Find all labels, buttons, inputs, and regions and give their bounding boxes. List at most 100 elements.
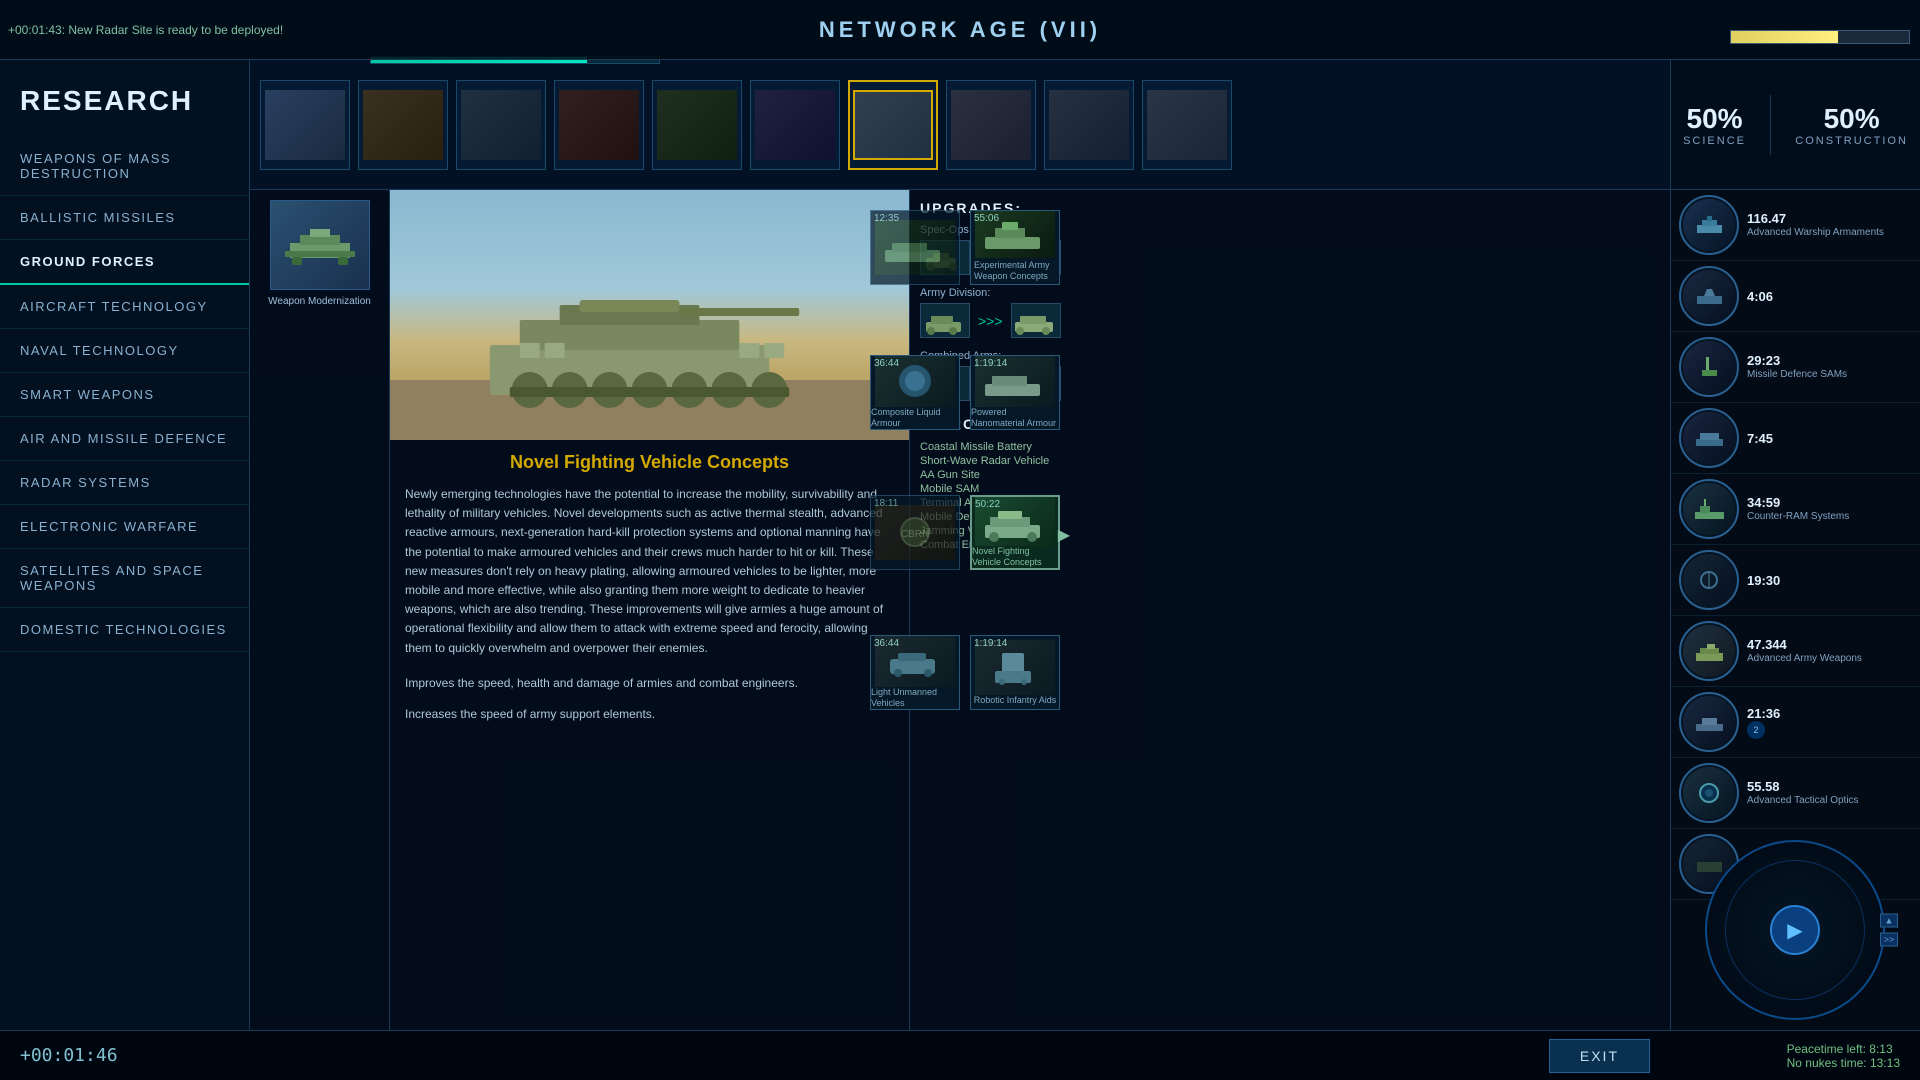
- composite-label: Composite Liquid Armour: [871, 407, 959, 429]
- improves-text-2: Increases the speed of army support elem…: [390, 699, 909, 731]
- node-time-unmanned: 36:44: [874, 638, 899, 649]
- tech-tab-7[interactable]: [848, 80, 938, 170]
- compass-inner: ▶: [1725, 860, 1865, 1000]
- node-info-6: 19:30: [1747, 573, 1912, 588]
- weapon-mod-icon: [270, 200, 370, 290]
- tech-node-2[interactable]: 4:06: [1671, 261, 1920, 332]
- tech-node-7[interactable]: 47.344 Advanced Army Weapons: [1671, 616, 1920, 687]
- tech-tab-1[interactable]: [260, 80, 350, 170]
- tech-tab-icon-5: [657, 90, 737, 160]
- tech-node-5[interactable]: 34:59 Counter-RAM Systems: [1671, 474, 1920, 545]
- right-header: 50% SCIENCE 50% CONSTRUCTION: [1670, 60, 1920, 190]
- status-info-block: Peacetime left: 8:13 No nukes time: 13:1…: [1787, 1042, 1900, 1070]
- tech-tab-8[interactable]: [946, 80, 1036, 170]
- tech-node-3[interactable]: 29:23 Missile Defence SAMs: [1671, 332, 1920, 403]
- tech-node-6[interactable]: 19:30: [1671, 545, 1920, 616]
- construction-percent: 50%: [1795, 103, 1908, 135]
- stat-divider: [1770, 95, 1771, 155]
- tech-node-8[interactable]: 21:36 2: [1671, 687, 1920, 758]
- center-node-experimental[interactable]: 55:06 Experimental Army Weapon Concepts: [970, 210, 1060, 285]
- science-label: SCIENCE: [1683, 135, 1746, 147]
- node-time-nano: 1:19:14: [974, 358, 1007, 369]
- compass-arrow-right[interactable]: >>: [1880, 933, 1898, 947]
- tech-tab-icon-10: [1147, 90, 1227, 160]
- node-time-cbrn: 18:11: [874, 498, 898, 509]
- construction-label: CONSTRUCTION: [1795, 135, 1908, 147]
- sidebar-item-radar[interactable]: RADAR SYSTEMS: [0, 461, 249, 505]
- center-node-cbrn[interactable]: 18:11 CBRN: [870, 495, 960, 570]
- sidebar-item-ground[interactable]: GROUND FORCES: [0, 240, 249, 285]
- tech-tab-icon-8: [951, 90, 1031, 160]
- sidebar-item-domestic[interactable]: DOMESTIC TECHNOLOGIES: [0, 608, 249, 652]
- svg-text:CBRN: CBRN: [901, 529, 929, 540]
- experimental-label: Experimental Army Weapon Concepts: [971, 258, 1059, 284]
- research-title: RESEARCH: [0, 70, 249, 137]
- sidebar-item-wmd[interactable]: WEAPONS OF MASS DESTRUCTION: [0, 137, 249, 196]
- center-node-advanced-army[interactable]: 12:35: [870, 210, 960, 285]
- sidebar-item-electronic[interactable]: ELECTRONIC WARFARE: [0, 505, 249, 549]
- sidebar-item-air-missile[interactable]: AIR AND MISSILE DEFENCE: [0, 417, 249, 461]
- node-time-5: 34:59: [1747, 495, 1912, 510]
- tech-tab-icon-9: [1049, 90, 1129, 160]
- node-time-6: 19:30: [1747, 573, 1912, 588]
- node-info-1: 116.47 Advanced Warship Armaments: [1747, 211, 1912, 239]
- node-icon-8: [1679, 692, 1739, 752]
- sidebar-item-ballistic[interactable]: BALLISTIC MISSILES: [0, 196, 249, 240]
- exit-button[interactable]: EXIT: [1549, 1039, 1650, 1073]
- tech-tab-9[interactable]: [1044, 80, 1134, 170]
- nodes-row-3: 18:11 CBRN 50:22 Novel Fighting Vehicle …: [870, 495, 1060, 573]
- tech-tab-10[interactable]: [1142, 80, 1232, 170]
- tech-description: Newly emerging technologies have the pot…: [390, 485, 909, 668]
- node-time-7: 47.344: [1747, 637, 1912, 652]
- compass-arrow-up[interactable]: ▲: [1880, 914, 1898, 928]
- tech-tabs: [250, 60, 1670, 190]
- sidebar-item-satellites[interactable]: SATELLITES AND SPACE WEAPONS: [0, 549, 249, 608]
- tech-tab-icon-4: [559, 90, 639, 160]
- compass: ▶ ▲ >>: [1670, 830, 1920, 1030]
- node-info-3: 29:23 Missile Defence SAMs: [1747, 353, 1912, 381]
- novel-label: Novel Fighting Vehicle Concepts: [972, 546, 1058, 568]
- center-node-novel[interactable]: 50:22 Novel Fighting Vehicle Concepts: [970, 495, 1060, 570]
- sidebar-item-smart[interactable]: SMART WEAPONS: [0, 373, 249, 417]
- robotic-label: Robotic Infantry Aids: [974, 695, 1057, 706]
- center-node-composite[interactable]: 36:44 Composite Liquid Armour: [870, 355, 960, 430]
- compass-ring: ▶ ▲ >>: [1705, 840, 1885, 1020]
- node-arrow: ▶: [1058, 525, 1070, 545]
- tech-tab-6[interactable]: [750, 80, 840, 170]
- play-button[interactable]: ▶: [1770, 905, 1820, 955]
- tech-tab-2[interactable]: [358, 80, 448, 170]
- age-title: NETWORK AGE (VII): [819, 17, 1101, 43]
- sidebar-item-naval[interactable]: NAVAL TECHNOLOGY: [0, 329, 249, 373]
- tech-node-1[interactable]: 116.47 Advanced Warship Armaments: [1671, 190, 1920, 261]
- nano-label: Powered Nanomaterial Armour: [971, 407, 1059, 429]
- improves-text-1: Improves the speed, health and damage of…: [390, 668, 909, 700]
- node-info-8: 21:36 2: [1747, 706, 1912, 739]
- tech-tab-icon-2: [363, 90, 443, 160]
- node-icon-7: [1679, 621, 1739, 681]
- node-icon-5: [1679, 479, 1739, 539]
- node-time-robotic: 1:19:14: [974, 638, 1007, 649]
- construction-stat: 50% CONSTRUCTION: [1795, 103, 1908, 147]
- node-info-7: 47.344 Advanced Army Weapons: [1747, 637, 1912, 665]
- tech-tab-5[interactable]: [652, 80, 742, 170]
- center-node-nano[interactable]: 1:19:14 Powered Nanomaterial Armour: [970, 355, 1060, 430]
- status-time: +00:01:46: [20, 1045, 118, 1066]
- node-name-5: Counter-RAM Systems: [1747, 510, 1912, 523]
- tech-tab-icon-7: [853, 90, 933, 160]
- tech-node-4[interactable]: 7:45: [1671, 403, 1920, 474]
- status-bar: +00:01:46 Peacetime left: 8:13 No nukes …: [0, 1030, 1920, 1080]
- node-time-1: 116.47: [1747, 211, 1912, 226]
- sidebar: RESEARCH WEAPONS OF MASS DESTRUCTION BAL…: [0, 60, 250, 1030]
- center-node-unmanned[interactable]: 36:44 Light Unmanned Vehicles: [870, 635, 960, 710]
- notification-text: +00:01:43: New Radar Site is ready to be…: [8, 0, 283, 59]
- nodes-row-2: 36:44 Composite Liquid Armour 1:19:14 Po…: [870, 355, 1060, 433]
- center-node-robotic[interactable]: 1:19:14 Robotic Infantry Aids: [970, 635, 1060, 710]
- node-icon-2: [1679, 266, 1739, 326]
- tech-tab-3[interactable]: [456, 80, 546, 170]
- sidebar-item-aircraft[interactable]: AIRCRAFT TECHNOLOGY: [0, 285, 249, 329]
- tech-tab-4[interactable]: [554, 80, 644, 170]
- node-time-4: 7:45: [1747, 431, 1912, 446]
- tech-node-9[interactable]: 55.58 Advanced Tactical Optics: [1671, 758, 1920, 829]
- node-name-3: Missile Defence SAMs: [1747, 368, 1912, 381]
- tank-image: [390, 190, 909, 440]
